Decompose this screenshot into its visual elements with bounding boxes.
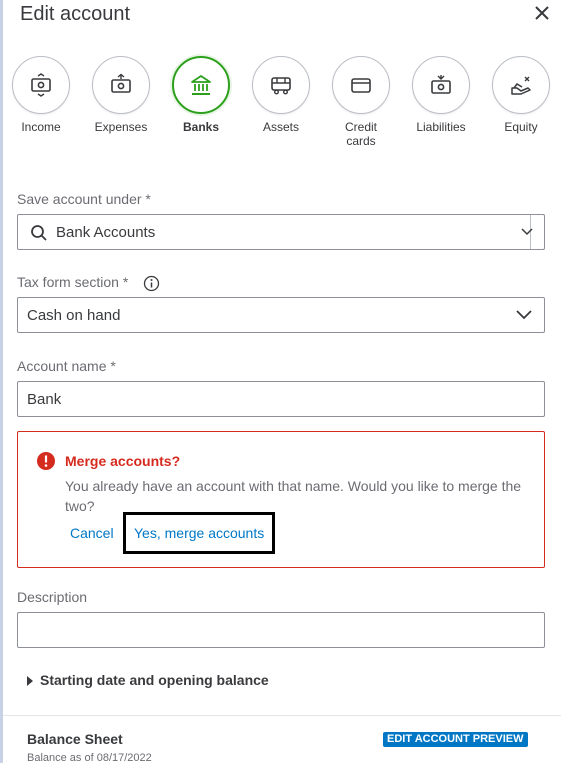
starting-balance-toggle[interactable]: Starting date and opening balance <box>27 672 269 688</box>
save-under-value: Bank Accounts <box>56 224 156 241</box>
error-icon <box>37 452 55 470</box>
section-divider <box>3 715 561 716</box>
save-under-label: Save account under * <box>17 191 151 207</box>
truck-icon <box>271 77 291 95</box>
bank-icon <box>191 75 211 95</box>
page-title: Edit account <box>20 3 131 25</box>
category-label: Income <box>21 120 61 134</box>
edit-account-preview-badge: EDIT ACCOUNT PREVIEW <box>383 732 528 747</box>
category-credit-cards[interactable]: Credit cards <box>329 56 393 148</box>
category-expenses[interactable]: Expenses <box>89 56 153 134</box>
category-label: Credit cards <box>344 120 377 148</box>
category-label: Equity <box>504 120 538 134</box>
account-name-value: Bank <box>27 391 62 408</box>
disclosure-label: Starting date and opening balance <box>40 672 269 688</box>
info-icon[interactable] <box>143 275 160 292</box>
close-button[interactable] <box>529 0 555 26</box>
hand-money-icon <box>511 76 531 95</box>
account-name-label: Account name * <box>17 358 116 374</box>
category-banks[interactable]: Banks <box>169 56 233 134</box>
category-label: Banks <box>182 120 220 134</box>
merge-accounts-link[interactable]: Yes, merge accounts <box>134 525 264 541</box>
category-label: Assets <box>262 120 299 134</box>
save-under-combobox[interactable]: Bank Accounts <box>17 214 545 250</box>
chevron-down-icon[interactable] <box>521 228 533 236</box>
preview-title: Balance Sheet <box>27 731 123 747</box>
category-assets[interactable]: Assets <box>249 56 313 134</box>
tax-form-value: Cash on hand <box>27 307 121 324</box>
money-icon <box>31 73 51 97</box>
account-name-input[interactable]: Bank <box>17 381 545 417</box>
category-equity[interactable]: Equity <box>489 56 553 134</box>
caret-right-icon <box>27 676 33 687</box>
alert-message: You already have an account with that na… <box>65 478 522 514</box>
cancel-link[interactable]: Cancel <box>70 525 114 541</box>
category-income[interactable]: Income <box>9 56 73 134</box>
credit-card-icon <box>351 78 371 93</box>
tax-form-select[interactable]: Cash on hand <box>17 297 545 333</box>
tax-form-label: Tax form section * <box>17 274 129 290</box>
preview-subtitle: Balance as of 08/17/2022 <box>27 752 152 764</box>
category-label: Expenses <box>94 120 148 134</box>
chevron-down-icon <box>516 310 532 320</box>
panel-edge <box>0 0 3 763</box>
money-liability-icon <box>431 75 451 94</box>
category-liabilities[interactable]: Liabilities <box>409 56 473 134</box>
search-icon <box>31 225 47 241</box>
money-out-icon <box>111 73 131 93</box>
description-label: Description <box>17 589 88 605</box>
alert-title: Merge accounts? <box>65 453 181 469</box>
description-input[interactable] <box>17 612 545 648</box>
merge-alert: Merge accounts? You already have an acco… <box>17 431 545 568</box>
close-icon <box>535 6 549 20</box>
category-label: Liabilities <box>416 120 466 134</box>
